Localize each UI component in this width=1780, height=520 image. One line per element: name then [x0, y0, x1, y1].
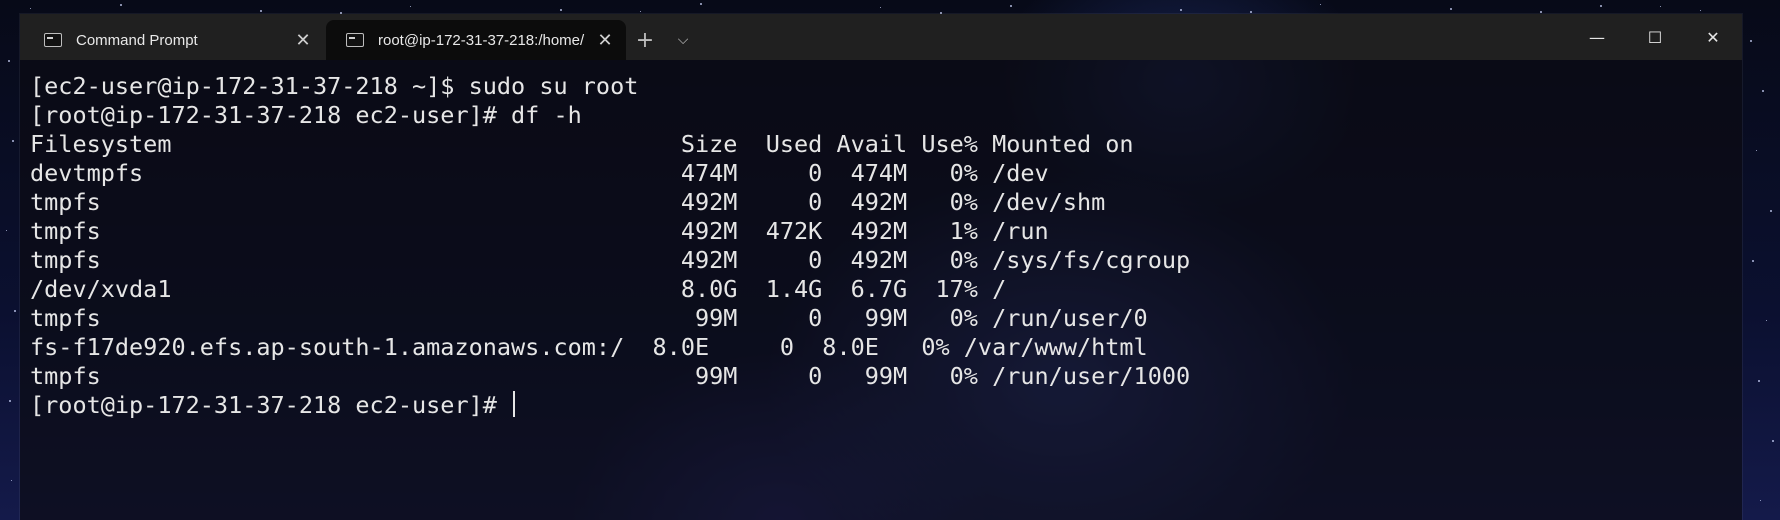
terminal-line: tmpfs 492M 0 492M 0% /sys/fs/cgroup	[30, 246, 1191, 274]
star	[1772, 440, 1774, 442]
terminal-line: /dev/xvda1 8.0G 1.4G 6.7G 17% /	[30, 275, 1007, 303]
terminal-icon	[346, 33, 364, 47]
star	[1600, 5, 1602, 7]
star	[560, 9, 562, 11]
star	[1750, 40, 1752, 42]
terminal-line: tmpfs 99M 0 99M 0% /run/user/1000	[30, 362, 1191, 390]
star	[1540, 11, 1542, 13]
star	[1010, 5, 1012, 7]
star	[6, 230, 7, 231]
star	[120, 4, 122, 6]
star	[1770, 210, 1772, 212]
star	[410, 6, 411, 7]
star	[1700, 10, 1701, 11]
terminal-line: tmpfs 492M 472K 492M 1% /run	[30, 217, 1049, 245]
star	[1660, 6, 1661, 7]
star	[1250, 11, 1252, 13]
desktop-background: Command Prompt ✕ root@ip-172-31-37-218:/…	[0, 0, 1780, 520]
tab-label: Command Prompt	[76, 31, 198, 49]
terminal-output[interactable]: [ec2-user@ip-172-31-37-218 ~]$ sudo su r…	[20, 60, 1742, 520]
terminal-line: [root@ip-172-31-37-218 ec2-user]# df -h	[30, 101, 582, 129]
star	[1320, 4, 1321, 5]
star	[1758, 380, 1760, 382]
text-cursor	[513, 391, 516, 417]
star	[1756, 150, 1757, 151]
terminal-line: Filesystem Size Used Avail Use% Mounted …	[30, 130, 1134, 158]
star	[8, 60, 10, 62]
close-window-button[interactable]: ✕	[1684, 14, 1742, 60]
prompt-line[interactable]: [root@ip-172-31-37-218 ec2-user]#	[30, 391, 1742, 420]
star	[9, 400, 11, 402]
terminal-line: [ec2-user@ip-172-31-37-218 ~]$ sudo su r…	[30, 72, 639, 100]
star	[14, 310, 16, 312]
star	[11, 480, 12, 481]
star	[260, 10, 262, 12]
maximize-button[interactable]: ☐	[1626, 14, 1684, 60]
star	[640, 11, 641, 12]
star	[880, 7, 881, 8]
close-icon[interactable]: ✕	[590, 25, 620, 55]
close-icon[interactable]: ✕	[288, 25, 318, 55]
terminal-line: tmpfs 492M 0 492M 0% /dev/shm	[30, 188, 1106, 216]
minimize-button[interactable]: —	[1568, 14, 1626, 60]
star	[700, 3, 702, 5]
chevron-down-icon[interactable]: ⌵	[664, 20, 702, 60]
star	[1180, 9, 1182, 11]
tab-root-shell[interactable]: root@ip-172-31-37-218:/home/ ✕	[326, 20, 626, 60]
star	[1762, 90, 1764, 92]
tab-command-prompt[interactable]: Command Prompt ✕	[24, 20, 324, 60]
star	[30, 8, 31, 9]
tab-label: root@ip-172-31-37-218:/home/	[378, 31, 585, 49]
terminal-icon	[44, 33, 62, 47]
star	[1766, 320, 1767, 321]
terminal-line: tmpfs 99M 0 99M 0% /run/user/0	[30, 304, 1148, 332]
terminal-line: devtmpfs 474M 0 474M 0% /dev	[30, 159, 1049, 187]
shell-prompt: [root@ip-172-31-37-218 ec2-user]#	[30, 391, 512, 419]
title-bar[interactable]: Command Prompt ✕ root@ip-172-31-37-218:/…	[20, 14, 1742, 60]
new-tab-button[interactable]: +	[626, 20, 664, 60]
terminal-line: fs-f17de920.efs.ap-south-1.amazonaws.com…	[30, 333, 1148, 361]
star	[12, 140, 14, 142]
star	[1450, 8, 1452, 10]
terminal-window: Command Prompt ✕ root@ip-172-31-37-218:/…	[20, 14, 1742, 520]
star	[1760, 500, 1761, 501]
window-controls: — ☐ ✕	[1568, 14, 1742, 60]
star	[1752, 260, 1754, 262]
